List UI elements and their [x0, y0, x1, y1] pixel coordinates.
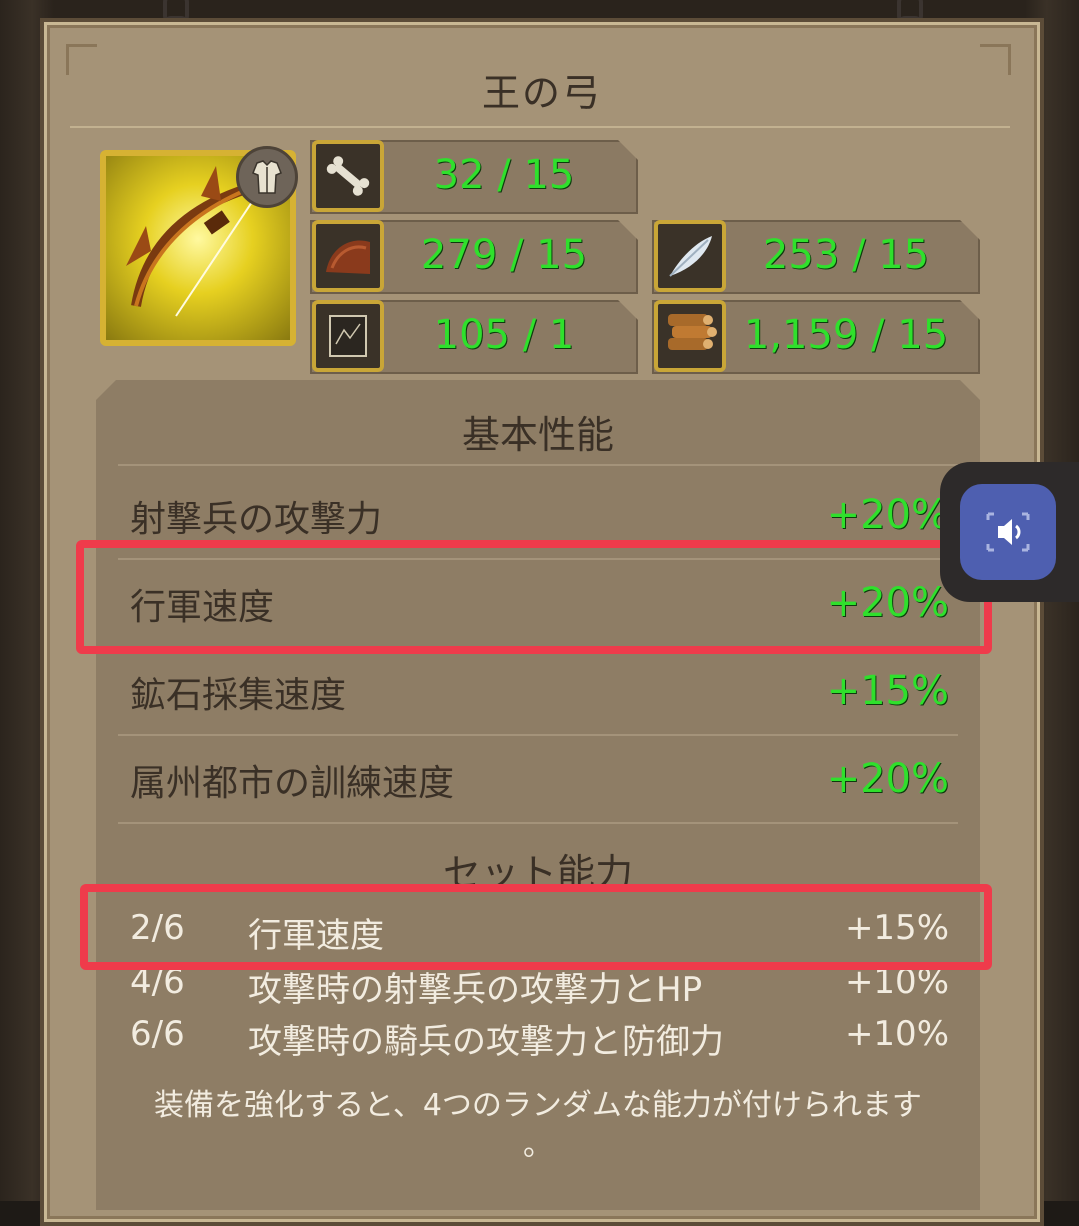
set-value: +10% [844, 1014, 949, 1054]
divider [118, 464, 958, 466]
set-level: 6/6 [130, 1014, 185, 1054]
title-divider [70, 126, 1010, 128]
resource-amount: 279 / 15 [420, 232, 588, 278]
scroll-icon [312, 300, 384, 372]
basic-stats-title: 基本性能 [461, 413, 614, 457]
resource-amount: 253 / 15 [762, 232, 930, 278]
set-label: 攻撃時の騎兵の攻撃力と防御力 [248, 1022, 724, 1062]
stat-value: +20% [826, 492, 949, 538]
bone-icon [312, 140, 384, 212]
enhance-note-line: 装備を強化すると、4つのランダムな能力が付けられます [154, 1088, 922, 1123]
stat-value: +15% [826, 668, 949, 714]
divider [118, 822, 958, 824]
sound-button[interactable] [960, 484, 1056, 580]
wood-icon [654, 300, 726, 372]
highlight-box [76, 540, 992, 654]
stat-label: 属州都市の訓練速度 [130, 763, 455, 804]
enhance-note-line: 。 [523, 1128, 553, 1163]
highlight-box [80, 884, 992, 970]
resource-amount: 105 / 1 [433, 312, 575, 358]
item-title: 王の弓 [481, 71, 602, 115]
divider [118, 734, 958, 736]
stat-label: 鉱石採集速度 [130, 675, 347, 716]
stat-value: +20% [826, 756, 949, 802]
speaker-icon [986, 512, 1030, 552]
hide-icon [312, 220, 384, 292]
resource-amount: 1,159 / 15 [743, 312, 949, 358]
stat-label: 射撃兵の攻撃力 [130, 499, 383, 540]
feather-icon [654, 220, 726, 292]
enhance-note: 装備を強化すると、4つのランダムな能力が付けられます 。 [96, 1086, 980, 1166]
resource-amount: 32 / 15 [433, 152, 575, 198]
armor-set-icon[interactable] [236, 146, 298, 208]
